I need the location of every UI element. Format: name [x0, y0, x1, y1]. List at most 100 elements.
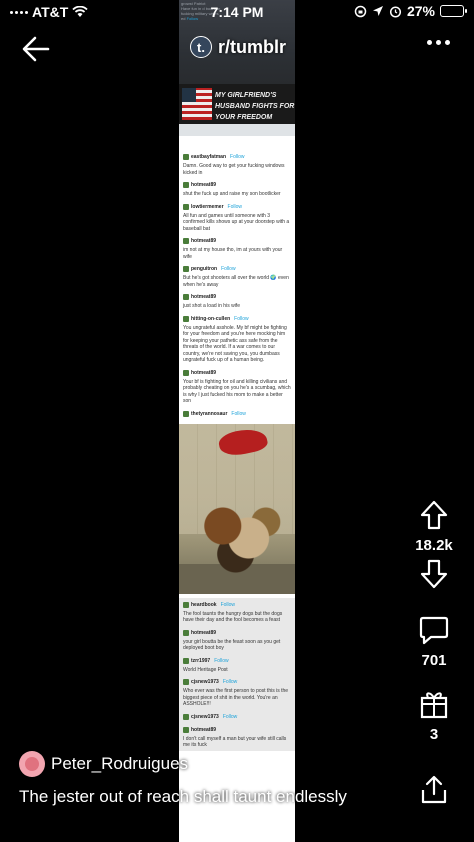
- commenter-avatar: [183, 629, 189, 636]
- commenter-avatar: [183, 182, 189, 188]
- commenter-name: eastbayfatman: [191, 154, 227, 160]
- comment-header: eastbayfatman Follow: [183, 153, 291, 161]
- comment-text: World Heritage Post: [183, 666, 228, 673]
- commenter-name: hotmeat89: [191, 182, 217, 188]
- comment-header: hotmeat89: [183, 237, 291, 245]
- comment-text: just shot a load in his wife: [183, 303, 240, 309]
- follow-label: Follow: [220, 601, 236, 608]
- more-options-button[interactable]: [427, 40, 450, 45]
- comment-text: The fool taunts the hungry dogs but the …: [183, 610, 283, 624]
- back-arrow-icon: [22, 36, 50, 62]
- comment-header: hitting-on-cullen Follow: [183, 315, 291, 323]
- dogs-pack: [197, 493, 283, 574]
- sticker-text: MY GIRLFRIEND'S HUSBAND FIGHTS FOR YOUR …: [215, 92, 295, 121]
- comment-text: Your bf is fighting for oil and killing …: [183, 378, 291, 405]
- painting-image: [179, 423, 295, 594]
- rotation-lock-icon: [354, 5, 367, 17]
- comment-header: hotmeat89: [183, 369, 291, 377]
- upvote-button[interactable]: [416, 497, 452, 533]
- comment-header: lowtiermemer Follow: [183, 203, 291, 211]
- status-icons: 27%: [354, 3, 467, 19]
- comment-header: thetyrannosaur Follow: [183, 410, 291, 418]
- alarm-icon: [389, 5, 402, 18]
- commenter-avatar: [183, 315, 189, 322]
- back-button[interactable]: [20, 33, 52, 65]
- commenter-name: hotmeat89: [191, 629, 217, 636]
- comment-header: heardbook Follow: [183, 601, 291, 609]
- comment-item: lowtiermemer Follow All fun and games unti…: [179, 200, 295, 235]
- comments-button[interactable]: [416, 612, 452, 648]
- dot-icon: [445, 40, 450, 45]
- commenter-avatar: [183, 154, 189, 160]
- comment-item: thetyrannosaur Follow: [179, 407, 295, 420]
- commenter-name: lowtiermemer: [191, 203, 224, 210]
- comment-header: hotmeat89: [183, 181, 291, 189]
- comment-item: hotmeat89 Your bf is fighting for oil and…: [179, 366, 295, 407]
- car-body: [179, 124, 295, 136]
- downvote-button[interactable]: [416, 556, 452, 592]
- follow-label: Follow: [222, 679, 238, 685]
- commenter-avatar: [183, 266, 189, 272]
- share-button[interactable]: [416, 772, 452, 808]
- commenter-avatar: [183, 238, 189, 244]
- comment-header: hotmeat89: [183, 293, 291, 301]
- downvote-icon: [420, 559, 448, 589]
- commenter-avatar: [183, 657, 189, 664]
- battery-percent: 27%: [406, 3, 435, 19]
- subreddit-chip[interactable]: t. r/tumblr: [190, 36, 286, 58]
- commenter-avatar: [183, 679, 189, 685]
- battery-icon: [440, 5, 467, 17]
- comment-text: Who ever was the first person to post th…: [183, 688, 289, 707]
- comment-text: Damn. Good way to get your fucking windo…: [183, 163, 285, 176]
- avatar: [19, 751, 45, 777]
- upvote-count: 18.2k: [415, 537, 453, 554]
- follow-label: Follow: [214, 657, 229, 664]
- share-rail: [402, 772, 466, 808]
- commenter-name: tzrr1997: [191, 657, 211, 664]
- post-image[interactable]: growst Patriot Have fun in d bourbon fuc…: [179, 0, 295, 842]
- comment-text: But he's got shooters all over the world…: [183, 275, 289, 288]
- award-count: 3: [429, 726, 439, 743]
- commenter-name: penguitron: [191, 266, 218, 272]
- status-bar: AT&T 7:14 PM 27%: [0, 0, 474, 24]
- post-author[interactable]: Peter_Rodruigues: [19, 751, 188, 777]
- gift-icon: [420, 692, 448, 719]
- commenter-name: hotmeat89: [191, 238, 217, 244]
- commenter-name: hotmeat89: [191, 294, 217, 300]
- comment-item: hitting-on-cullen Follow You ungrateful as…: [179, 312, 295, 366]
- commenter-name: heardbook: [191, 601, 217, 608]
- vote-rail: 18.2k: [402, 497, 466, 592]
- comment-item: penguitron Follow But he's got shooters al…: [179, 262, 295, 290]
- comment-count: 701: [421, 652, 447, 669]
- comment-text: You ungrateful asshole. My bf might be f…: [183, 324, 287, 364]
- follow-label: Follow: [221, 266, 236, 272]
- dot-icon: [427, 40, 432, 45]
- comment-item: cjsnew1973 Follow: [179, 710, 295, 723]
- commenter-avatar: [183, 601, 189, 608]
- post-caption[interactable]: The jester out of reach shall taunt endl…: [19, 787, 399, 807]
- commenter-avatar: [183, 203, 189, 210]
- comment-item: cjsnew1973 Follow Who ever was the first p…: [179, 675, 295, 710]
- award-button[interactable]: [416, 686, 452, 722]
- commenter-avatar: [183, 294, 189, 300]
- comment-text: im not at my house tho, im at yours with…: [183, 247, 283, 260]
- comment-thread: eastbayfatman Follow Damn. Good way to get…: [179, 150, 295, 751]
- comment-header: cjsnew1973 Follow: [183, 678, 291, 686]
- follow-label: Follow: [231, 410, 246, 417]
- upvote-icon: [420, 500, 448, 530]
- comment-item: hotmeat89 im not at my house tho, im at y…: [179, 234, 295, 262]
- flag-graphic: [182, 88, 212, 120]
- follow-label: Follow: [222, 713, 238, 720]
- commenter-name: hotmeat89: [191, 726, 217, 733]
- comment-header: cjsnew1973 Follow: [183, 713, 291, 721]
- comment-bubble-icon: [419, 616, 449, 645]
- comment-item: hotmeat89 just shot a load in his wife: [179, 290, 295, 312]
- comment-item: hotmeat89 your girl boutta be the feast s…: [179, 626, 295, 654]
- share-icon: [421, 775, 447, 804]
- comment-text: shut the fuck up and raise my son bootli…: [183, 191, 281, 197]
- subreddit-avatar: t.: [190, 36, 212, 58]
- award-rail: 3: [402, 686, 466, 743]
- commenter-name: cjsnew1973: [191, 679, 219, 685]
- comment-text: your girl boutta be the feast soon as yo…: [183, 638, 281, 652]
- comment-item: heardbook Follow The fool taunts the hungr…: [179, 598, 295, 626]
